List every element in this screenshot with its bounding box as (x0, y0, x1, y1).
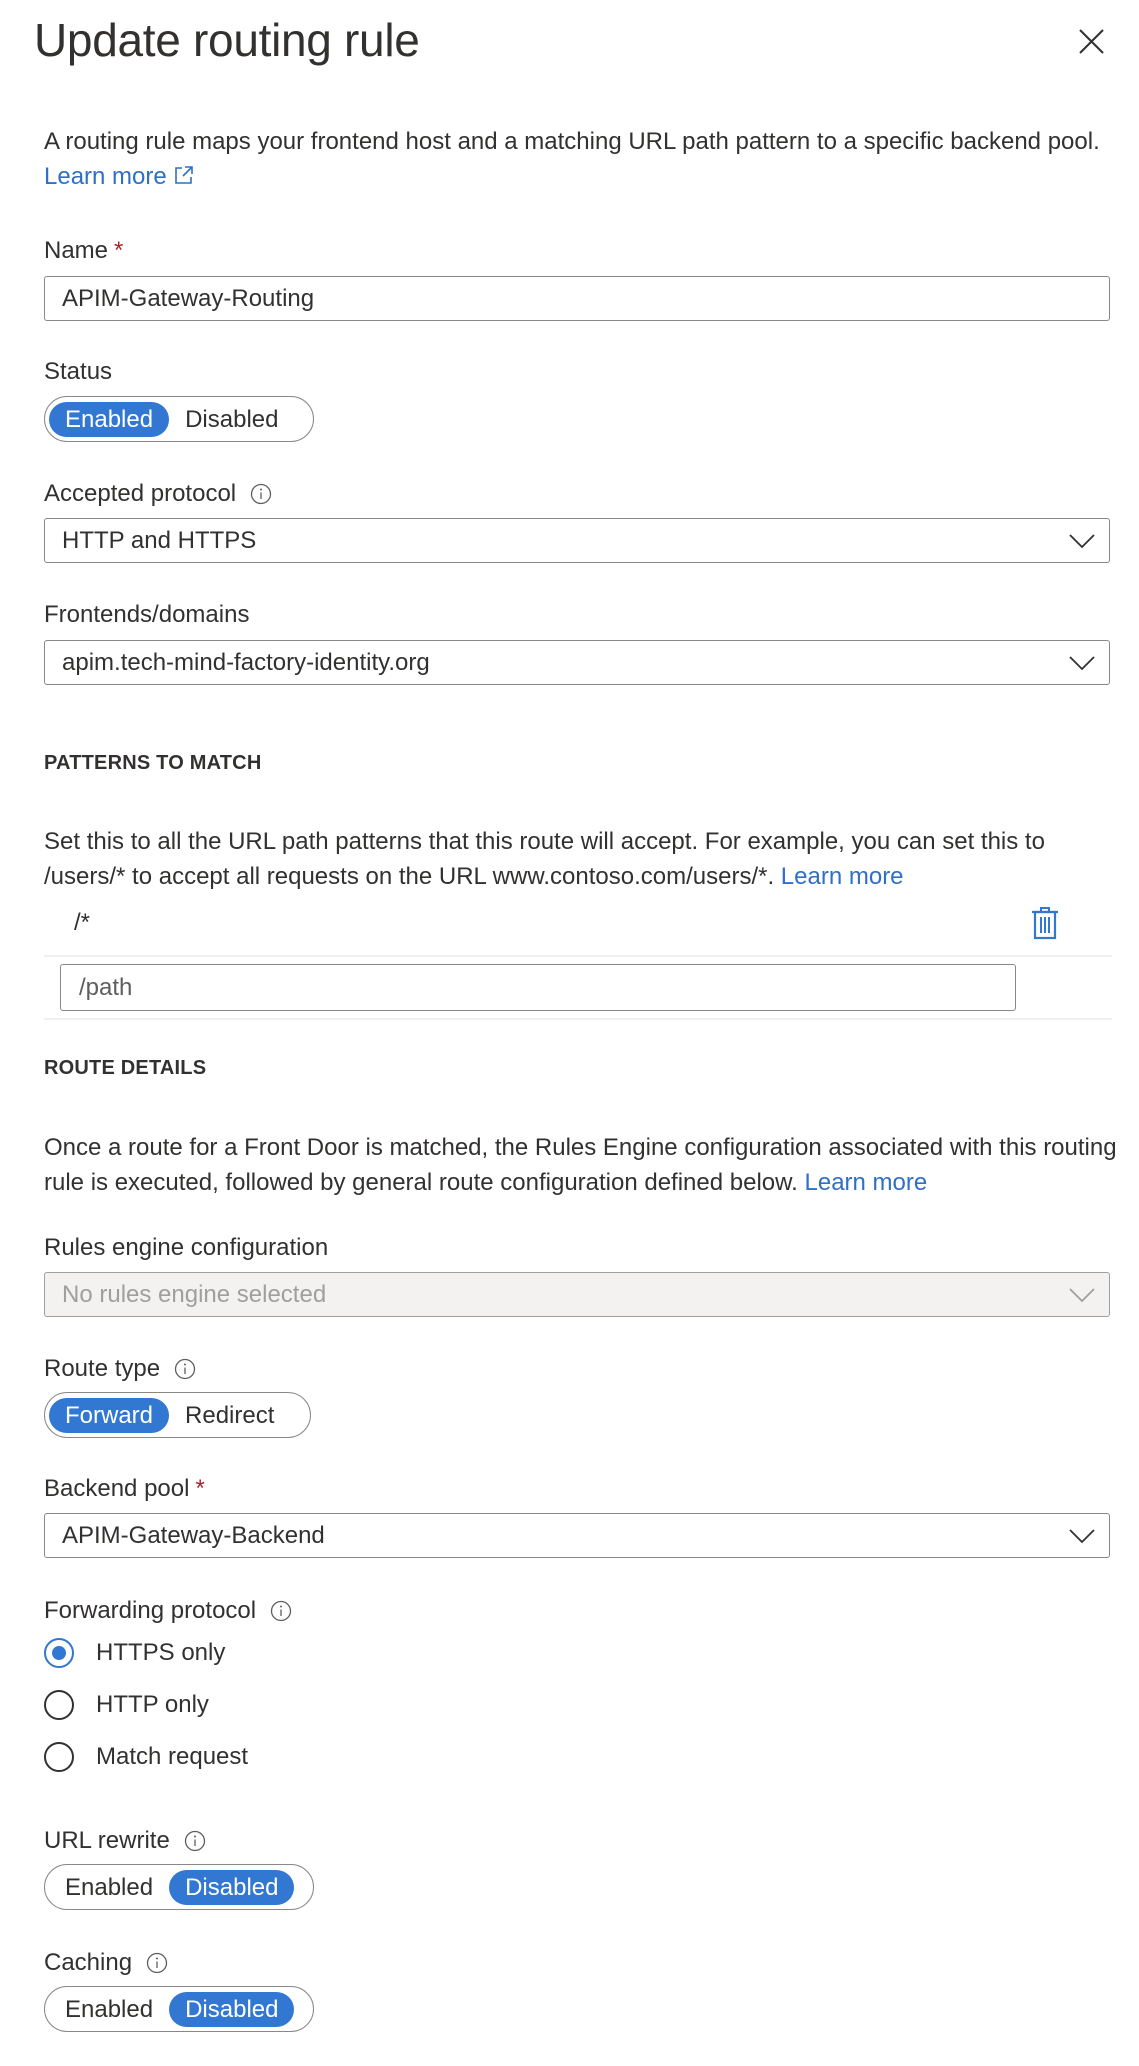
chevron-down-icon (1069, 1288, 1095, 1303)
route-type-option-forward[interactable]: Forward (49, 1397, 170, 1433)
url-rewrite-label-text: URL rewrite (44, 1827, 170, 1854)
name-value: APIM-Gateway-Routing (62, 284, 315, 312)
info-icon[interactable] (184, 1830, 206, 1852)
route-type-label: Route type (44, 1354, 196, 1384)
chevron-down-icon (1069, 534, 1095, 549)
patterns-heading: PATTERNS TO MATCH (44, 752, 262, 774)
route-type-option-redirect[interactable]: Redirect (169, 1398, 290, 1433)
name-label: Name * (44, 236, 123, 266)
caching-option-disabled[interactable]: Disabled (169, 1991, 295, 2027)
intro-description: A routing rule maps your frontend host a… (44, 124, 1119, 194)
route-type-toggle[interactable]: Forward Redirect (44, 1392, 311, 1438)
caching-label-text: Caching (44, 1949, 133, 1976)
required-asterisk: * (195, 1475, 205, 1502)
status-label-text: Status (44, 358, 113, 385)
rules-engine-value: No rules engine selected (62, 1280, 327, 1308)
info-icon[interactable] (270, 1600, 292, 1622)
pattern-divider-bottom (44, 1018, 1112, 1020)
status-option-enabled[interactable]: Enabled (49, 401, 170, 437)
chevron-down-icon (1069, 656, 1095, 671)
info-icon[interactable] (174, 1358, 196, 1380)
route-details-description: Once a route for a Front Door is matched… (44, 1130, 1119, 1200)
route-details-learn-more-link[interactable]: Learn more (805, 1169, 928, 1196)
pattern-divider (44, 955, 1112, 957)
route-type-label-text: Route type (44, 1355, 161, 1382)
accepted-protocol-label: Accepted protocol (44, 479, 272, 509)
info-icon[interactable] (250, 483, 272, 505)
intro-text: A routing rule maps your frontend host a… (44, 128, 1100, 155)
url-rewrite-option-enabled[interactable]: Enabled (49, 1870, 169, 1905)
backend-pool-dropdown[interactable]: APIM-Gateway-Backend (44, 1513, 1110, 1558)
route-details-description-text: Once a route for a Front Door is matched… (44, 1134, 1117, 1196)
rules-engine-label-text: Rules engine configuration (44, 1234, 329, 1261)
intro-learn-more-link[interactable]: Learn more (44, 163, 195, 190)
radio-selected-icon[interactable] (44, 1638, 74, 1668)
radio-label: Match request (96, 1743, 249, 1770)
learn-more-label: Learn more (44, 163, 167, 190)
backend-pool-value: APIM-Gateway-Backend (62, 1521, 325, 1549)
radio-unselected-icon[interactable] (44, 1690, 74, 1720)
route-details-heading: ROUTE DETAILS (44, 1057, 207, 1079)
radio-match-request[interactable]: Match request (44, 1742, 248, 1772)
radio-label: HTTPS only (96, 1639, 226, 1666)
pattern-item: /* (74, 909, 91, 936)
frontends-value: apim.tech-mind-factory-identity.org (62, 648, 430, 676)
delete-pattern-button[interactable] (1032, 906, 1058, 940)
frontends-label-text: Frontends/domains (44, 601, 250, 628)
caching-label: Caching (44, 1948, 168, 1978)
url-rewrite-toggle[interactable]: Enabled Disabled (44, 1864, 314, 1910)
accepted-protocol-value: HTTP and HTTPS (62, 526, 257, 554)
frontends-label: Frontends/domains (44, 600, 249, 630)
page-title: Update routing rule (34, 14, 420, 66)
radio-label: HTTP only (96, 1691, 209, 1718)
patterns-description: Set this to all the URL path patterns th… (44, 824, 1119, 894)
accepted-protocol-label-text: Accepted protocol (44, 480, 237, 507)
rules-engine-label: Rules engine configuration (44, 1233, 328, 1263)
frontends-dropdown[interactable]: apim.tech-mind-factory-identity.org (44, 640, 1110, 685)
caching-toggle[interactable]: Enabled Disabled (44, 1986, 314, 2032)
required-asterisk: * (114, 237, 124, 264)
status-toggle[interactable]: Enabled Disabled (44, 396, 314, 442)
url-rewrite-option-disabled[interactable]: Disabled (169, 1869, 295, 1905)
radio-https-only[interactable]: HTTPS only (44, 1638, 225, 1668)
status-label: Status (44, 357, 112, 387)
status-option-disabled[interactable]: Disabled (169, 402, 294, 437)
url-rewrite-label: URL rewrite (44, 1826, 206, 1856)
name-label-text: Name (44, 237, 109, 264)
name-input[interactable]: APIM-Gateway-Routing (44, 276, 1110, 321)
forwarding-protocol-label-text: Forwarding protocol (44, 1597, 257, 1624)
rules-engine-dropdown: No rules engine selected (44, 1272, 1110, 1317)
trash-icon (1032, 907, 1058, 940)
new-pattern-text-field[interactable] (77, 972, 1015, 1003)
close-button[interactable] (1074, 24, 1110, 60)
accepted-protocol-dropdown[interactable]: HTTP and HTTPS (44, 518, 1110, 563)
forwarding-protocol-label: Forwarding protocol (44, 1596, 292, 1626)
radio-unselected-icon[interactable] (44, 1742, 74, 1772)
radio-http-only[interactable]: HTTP only (44, 1690, 209, 1720)
caching-option-enabled[interactable]: Enabled (49, 1992, 169, 2027)
external-link-icon (175, 166, 194, 184)
close-icon (1079, 29, 1104, 54)
new-pattern-input[interactable] (60, 964, 1016, 1011)
backend-pool-label-text: Backend pool (44, 1475, 190, 1502)
backend-pool-label: Backend pool * (44, 1474, 205, 1504)
chevron-down-icon (1069, 1529, 1095, 1544)
patterns-learn-more-link[interactable]: Learn more (781, 863, 904, 890)
info-icon[interactable] (146, 1952, 168, 1974)
